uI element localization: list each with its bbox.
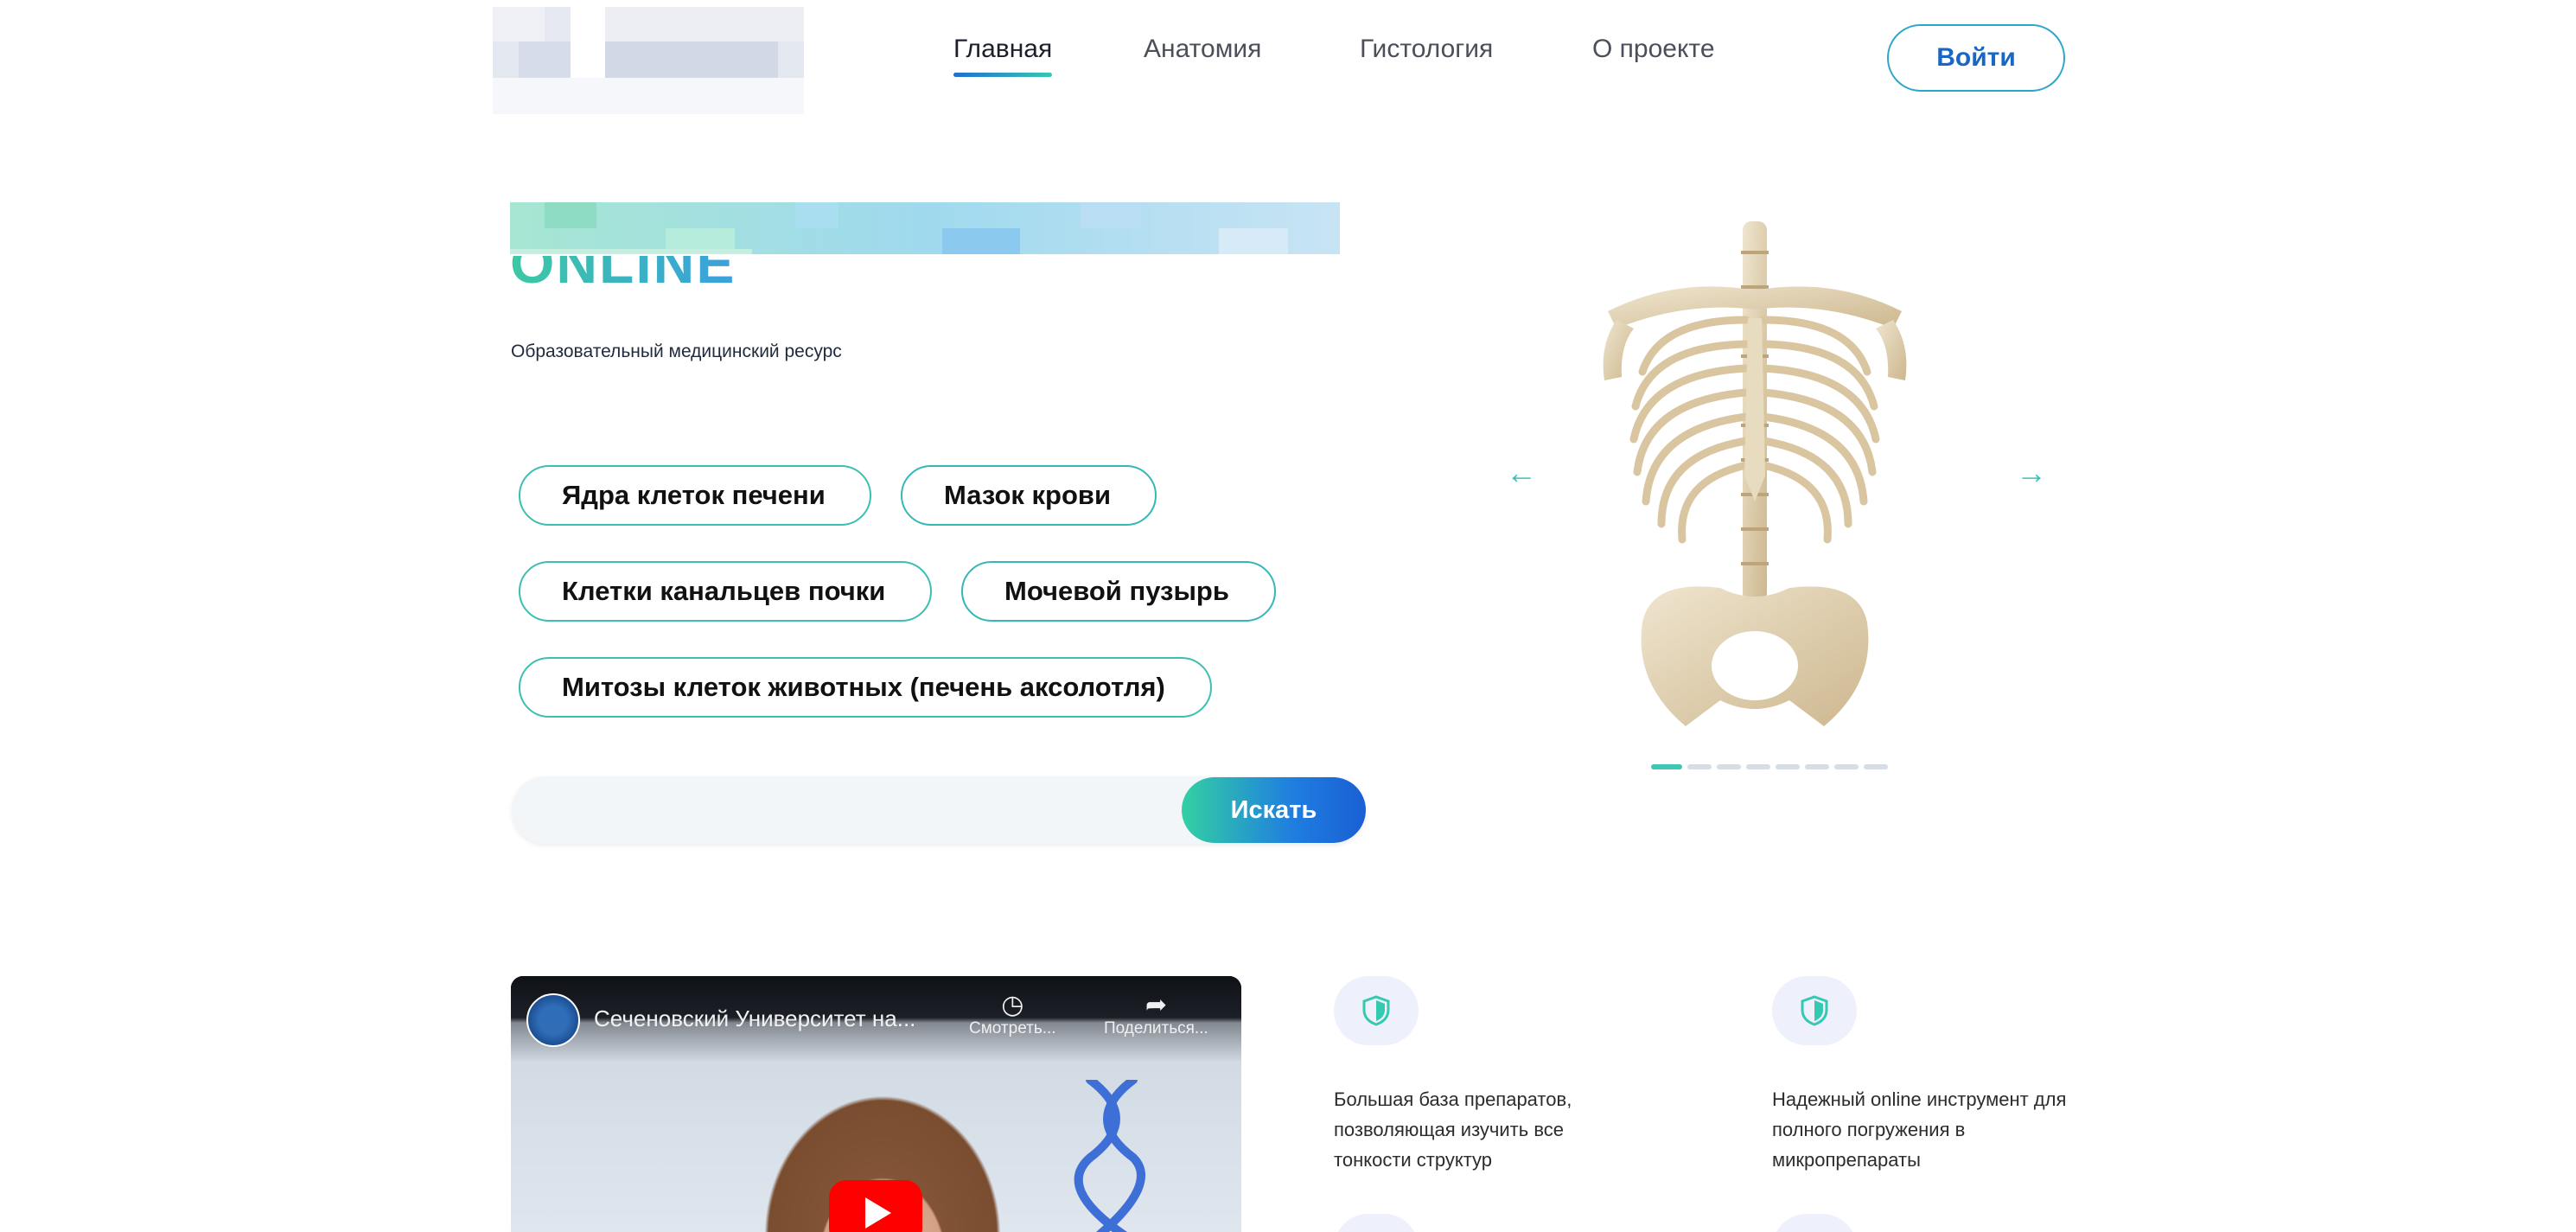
skeleton-torso-image	[1603, 221, 1907, 726]
chip-animal-cell-mitosis[interactable]: Митозы клеток животных (печень аксолотля…	[519, 657, 1212, 718]
feature-icon-partial	[1772, 1214, 1857, 1232]
clock-icon: ◷	[1001, 991, 1024, 1019]
feature-text: Надежный online инструмент для полного п…	[1772, 1088, 2067, 1171]
nav-anatomy[interactable]: Анатомия	[1144, 35, 1261, 64]
chip-blood-smear[interactable]: Мазок крови	[901, 465, 1157, 526]
chip-label: Клетки канальцев почки	[562, 576, 886, 606]
carousel-dot[interactable]	[1834, 764, 1859, 769]
chip-label: Мазок крови	[944, 480, 1112, 510]
nav-active-underline	[953, 73, 1053, 77]
video-embed[interactable]: Сеченовский Университет на... ◷ Смотреть…	[511, 976, 1241, 1232]
search-input[interactable]	[512, 776, 1203, 844]
video-title[interactable]: Сеченовский Университет на...	[594, 1005, 915, 1032]
chip-label: Митозы клеток животных (печень аксолотля…	[562, 672, 1165, 702]
share-label: Поделиться...	[1104, 1019, 1208, 1037]
carousel-dot[interactable]	[1805, 764, 1829, 769]
carousel-dot[interactable]	[1717, 764, 1741, 769]
watch-later-label: Смотреть...	[969, 1019, 1056, 1037]
carousel-next-arrow[interactable]: →	[2016, 455, 2047, 491]
site-logo[interactable]	[493, 7, 804, 114]
dna-icon	[1074, 1080, 1145, 1232]
chip-kidney-tubule-cells[interactable]: Клетки канальцев почки	[519, 561, 932, 622]
chip-label: Ядра клеток печени	[562, 480, 826, 510]
feature-icon-partial	[1334, 1214, 1419, 1232]
feature-shield-icon	[1772, 976, 1857, 1045]
chip-bladder[interactable]: Мочевой пузырь	[961, 561, 1276, 622]
login-button[interactable]: Войти	[1887, 24, 2065, 92]
search-button[interactable]: Искать	[1182, 777, 1366, 843]
watch-later-button[interactable]: ◷ Смотреть...	[969, 990, 1056, 1038]
carousel-prev-arrow[interactable]: ←	[1506, 455, 1537, 491]
channel-avatar[interactable]	[526, 993, 580, 1047]
carousel-pagination	[1651, 764, 1888, 769]
chip-liver-nuclei[interactable]: Ядра клеток печени	[519, 465, 871, 526]
shield-icon	[1362, 995, 1390, 1026]
nav-histology[interactable]: Гистология	[1360, 35, 1493, 64]
carousel-dot[interactable]	[1687, 764, 1712, 769]
hero-title-pixelated	[510, 202, 1340, 254]
feature-shield-icon	[1334, 976, 1419, 1045]
feature-text: Большая база препаратов, позволяющая изу…	[1334, 1088, 1572, 1171]
chip-label: Мочевой пузырь	[1004, 576, 1229, 606]
nav-histology-label: Гистология	[1360, 35, 1494, 63]
nav-anatomy-label: Анатомия	[1144, 35, 1262, 63]
nav-home-label: Главная	[953, 35, 1053, 63]
play-icon[interactable]	[829, 1180, 922, 1232]
hero-title-online: ONLINE	[510, 256, 769, 313]
share-icon: ➦	[1145, 991, 1167, 1019]
nav-home[interactable]: Главная	[953, 35, 1053, 77]
nav-about-label: О проекте	[1592, 35, 1715, 63]
carousel-dot[interactable]	[1651, 764, 1682, 769]
carousel-dot[interactable]	[1864, 764, 1888, 769]
shield-icon	[1801, 995, 1828, 1026]
share-button[interactable]: ➦ Поделиться...	[1104, 990, 1208, 1038]
nav-about[interactable]: О проекте	[1592, 35, 1715, 64]
carousel-dot[interactable]	[1776, 764, 1800, 769]
hero-subtitle: Образовательный медицинский ресурс	[511, 342, 842, 361]
carousel-dot[interactable]	[1746, 764, 1770, 769]
